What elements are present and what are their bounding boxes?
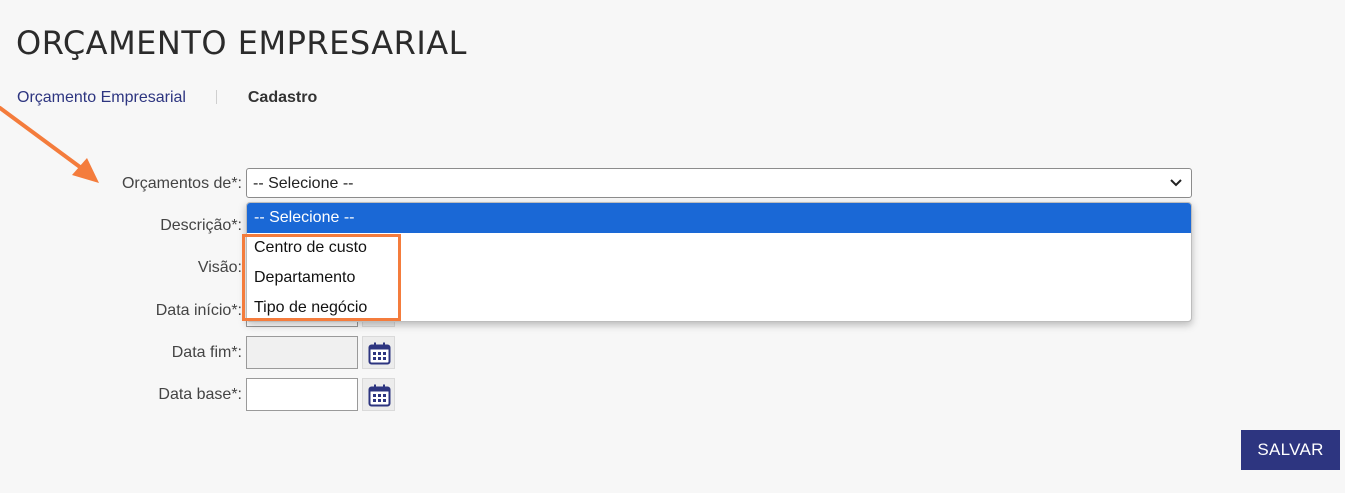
data-base-label: Data base*: (158, 386, 242, 403)
option-selecione[interactable]: -- Selecione -- (247, 203, 1191, 233)
annotation-arrow (0, 106, 99, 183)
data-fim-calendar-button[interactable] (362, 336, 395, 369)
data-fim-label: Data fim*: (171, 344, 242, 361)
calendar-icon (368, 384, 391, 407)
breadcrumb-separator (216, 90, 218, 104)
chevron-down-icon (1170, 179, 1182, 187)
breadcrumb-current: Cadastro (247, 89, 318, 106)
annotation-highlight-box (242, 234, 401, 321)
save-button[interactable]: SALVAR (1241, 430, 1340, 470)
data-inicio-label: Data início*: (155, 302, 242, 319)
visao-label: Visão: (197, 259, 242, 276)
select-value: -- Selecione -- (253, 175, 354, 192)
orcamentos-de-label: Orçamentos de*: (121, 175, 242, 192)
data-base-field[interactable] (246, 378, 358, 411)
page-title: ORÇAMENTO EMPRESARIAL (16, 24, 467, 62)
data-fim-field[interactable] (246, 336, 358, 369)
calendar-icon (368, 342, 391, 365)
orcamentos-de-select[interactable]: -- Selecione -- (246, 168, 1192, 198)
descricao-label: Descrição*: (160, 217, 242, 234)
data-base-calendar-button[interactable] (362, 378, 395, 411)
